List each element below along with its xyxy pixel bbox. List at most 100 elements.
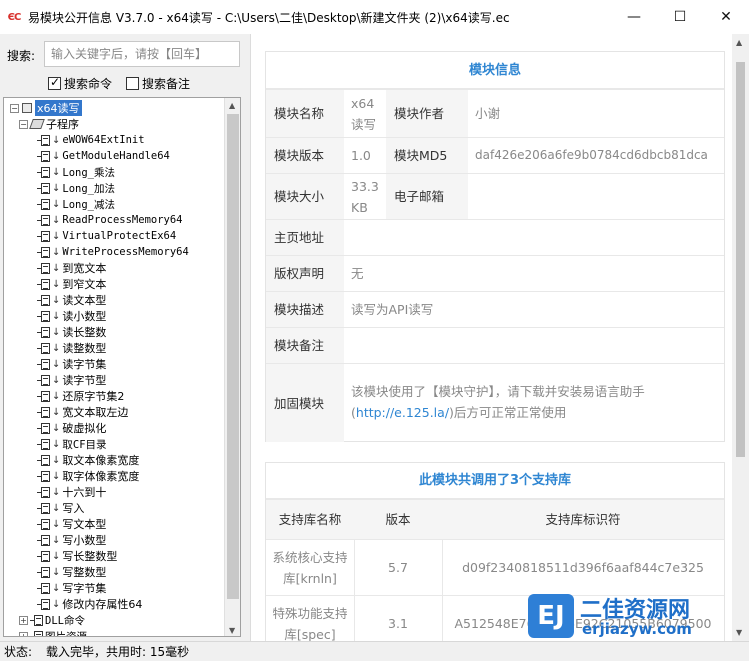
- tree-resource-group[interactable]: + 图片资源: [19, 628, 87, 636]
- info-row-copyright: 版权声明 无: [266, 255, 724, 291]
- tree-subprogram-item[interactable]: ↓ 破虚拟化: [37, 420, 106, 436]
- tree-subprogram-item[interactable]: ↓ 写整数型: [37, 564, 107, 580]
- subprogram-icon: [37, 534, 50, 546]
- minimize-button[interactable]: —: [611, 0, 657, 34]
- tree-subprogram-item[interactable]: ↓ 写小数型: [37, 532, 106, 548]
- subprogram-icon: [37, 246, 50, 258]
- tree-subprogram-item[interactable]: ↓ 读长整数: [37, 324, 106, 340]
- tree-subprogram-item[interactable]: ↓ 读整数型: [37, 340, 106, 356]
- tree-subprogram-item[interactable]: ↓ 取字体像素宽度: [37, 468, 139, 484]
- tree-subprogram-item[interactable]: ↓ 还原字节集2: [37, 388, 124, 404]
- search-notes-label: 搜索备注: [142, 76, 191, 91]
- tree-subprogram-item[interactable]: ↓ VirtualProtectEx64: [37, 228, 176, 244]
- tree-subprogram-item[interactable]: ↓ 到窄文本: [37, 276, 107, 292]
- author-label: 模块作者: [386, 90, 468, 137]
- scroll-down-icon[interactable]: ▼: [229, 626, 235, 635]
- search-commands-checkbox[interactable]: 搜索命令: [48, 75, 112, 92]
- collapse-icon[interactable]: −: [19, 119, 28, 129]
- arrow-down-icon: ↓: [52, 502, 61, 514]
- info-row-version: 模块版本 1.0 模块MD5 daf426e206a6fe9b0784cd6db…: [266, 137, 724, 173]
- tree-subprogram-item[interactable]: ↓ WriteProcessMemory64: [37, 244, 189, 260]
- scroll-up-icon[interactable]: ▲: [229, 101, 235, 110]
- tree-subprogram-item[interactable]: ↓ 写入: [37, 500, 85, 516]
- arrow-down-icon: ↓: [52, 182, 61, 194]
- harden-label: 加固模块: [266, 364, 344, 442]
- arrow-down-icon: ↓: [52, 406, 61, 418]
- stack-icon: [29, 119, 45, 129]
- tree-item-label: ReadProcessMemory64: [62, 214, 183, 226]
- harden-value: 该模块使用了【模块守护】，请下载并安装易语言助手(http://e.125.la…: [344, 364, 724, 442]
- arrow-down-icon: ↓: [52, 566, 61, 578]
- homepage-value: [344, 220, 724, 255]
- arrow-down-icon: ↓: [52, 518, 61, 530]
- tree-subprogram-item[interactable]: ↓ Long_乘法: [37, 164, 115, 180]
- tree-scrollbar[interactable]: ▲ ▼: [224, 98, 240, 636]
- tree-scrollbar-thumb[interactable]: [227, 114, 239, 599]
- search-input[interactable]: [44, 41, 240, 67]
- tree-subprogram-item[interactable]: ↓ 修改内存属性64: [37, 596, 142, 612]
- right-scrollbar-thumb[interactable]: [736, 62, 745, 457]
- tree-subprogram-item[interactable]: ↓ 取文本像素宽度: [37, 452, 139, 468]
- tree-dll-group[interactable]: + DLL命令: [19, 612, 85, 628]
- tree-subprogram-item[interactable]: ↓ 写文本型: [37, 516, 107, 532]
- tree-subprogram-item[interactable]: ↓ 十六到十: [37, 484, 106, 500]
- arrow-down-icon: ↓: [52, 342, 61, 354]
- tree-subprogram-item[interactable]: ↓ 读字节集: [37, 356, 106, 372]
- md5-value: daf426e206a6fe9b0784cd6dbcb81dca: [475, 148, 708, 162]
- expand-icon[interactable]: +: [19, 615, 28, 625]
- subprogram-icon: [37, 438, 50, 450]
- tree-item-label: 到窄文本: [62, 278, 107, 291]
- tree-item-label: 写文本型: [62, 518, 107, 531]
- module-tree[interactable]: − x64读写 − 子程序 ↓ eWOW64ExtInit ↓ GetModuleHa…: [3, 97, 241, 637]
- right-scrollbar[interactable]: ▲ ▼: [732, 34, 749, 641]
- tree-item-label: WriteProcessMemory64: [62, 246, 189, 258]
- tree-subprogram-item[interactable]: ↓ 读小数型: [37, 308, 106, 324]
- tree-subprogram-item[interactable]: ↓ ReadProcessMemory64: [37, 212, 183, 228]
- subprogram-icon: [37, 502, 50, 514]
- subprogram-icon: [37, 486, 50, 498]
- tree-subprogram-group[interactable]: − 子程序: [19, 116, 79, 132]
- tree-subprogram-item[interactable]: ↓ eWOW64ExtInit: [37, 132, 145, 148]
- module-info-card: 模块信息 模块名称 x64读写 模块作者 小谢 模块版本 1.0 模块MD5 d…: [265, 51, 725, 442]
- tree-root-node[interactable]: − x64读写: [10, 100, 82, 116]
- info-row-description: 模块描述 读写为API读写: [266, 291, 724, 327]
- collapse-icon[interactable]: −: [10, 103, 19, 113]
- scroll-up-icon[interactable]: ▲: [736, 38, 742, 47]
- tree-subprogram-item[interactable]: ↓ 写字节集: [37, 580, 106, 596]
- tree-root-label: x64读写: [35, 100, 82, 116]
- tree-subprogram-item[interactable]: ↓ Long_减法: [37, 196, 115, 212]
- tree-group-label: DLL命令: [45, 614, 85, 627]
- maximize-button[interactable]: ☐: [657, 0, 703, 34]
- arrow-down-icon: ↓: [52, 198, 61, 210]
- tree-content: − x64读写 − 子程序 ↓ eWOW64ExtInit ↓ GetModuleHa…: [4, 98, 225, 636]
- subprogram-icon: [37, 166, 50, 178]
- checkbox-unchecked-icon: [126, 76, 140, 90]
- assistant-download-link[interactable]: http://e.125.la/: [356, 405, 449, 420]
- arrow-down-icon: ↓: [52, 166, 61, 178]
- tree-subprogram-item[interactable]: ↓ GetModuleHandle64: [37, 148, 170, 164]
- arrow-down-icon: ↓: [52, 534, 61, 546]
- subprogram-icon: [37, 134, 50, 146]
- tree-subprogram-item[interactable]: ↓ Long_加法: [37, 180, 115, 196]
- checkbox-checked-icon: [48, 75, 61, 90]
- tree-subprogram-item[interactable]: ↓ 取CF目录: [37, 436, 107, 452]
- tree-subprogram-item[interactable]: ↓ 读文本型: [37, 292, 106, 308]
- search-row: 搜索:: [0, 41, 244, 67]
- subprogram-icon: [37, 550, 50, 562]
- harden-text-after: )后方可正常正常使用: [449, 405, 567, 420]
- status-label: 状态:: [4, 645, 33, 659]
- subprogram-icon: [37, 598, 50, 610]
- tree-item-label: 写整数型: [62, 566, 107, 579]
- expand-icon[interactable]: +: [19, 631, 28, 636]
- watermark-logo-icon: EJ: [528, 594, 574, 638]
- search-notes-checkbox[interactable]: 搜索备注: [126, 75, 190, 92]
- tree-item-label: 写入: [62, 502, 85, 515]
- subprogram-icon: [37, 230, 50, 242]
- tree-subprogram-item[interactable]: ↓ 到宽文本: [37, 260, 106, 276]
- lib-name: 系统核心支持库[krnln]: [272, 549, 348, 586]
- tree-subprogram-item[interactable]: ↓ 写长整数型: [37, 548, 117, 564]
- close-button[interactable]: ✕: [703, 0, 749, 34]
- tree-subprogram-item[interactable]: ↓ 宽文本取左边: [37, 404, 128, 420]
- tree-subprogram-item[interactable]: ↓ 读字节型: [37, 372, 106, 388]
- arrow-down-icon: ↓: [52, 550, 61, 562]
